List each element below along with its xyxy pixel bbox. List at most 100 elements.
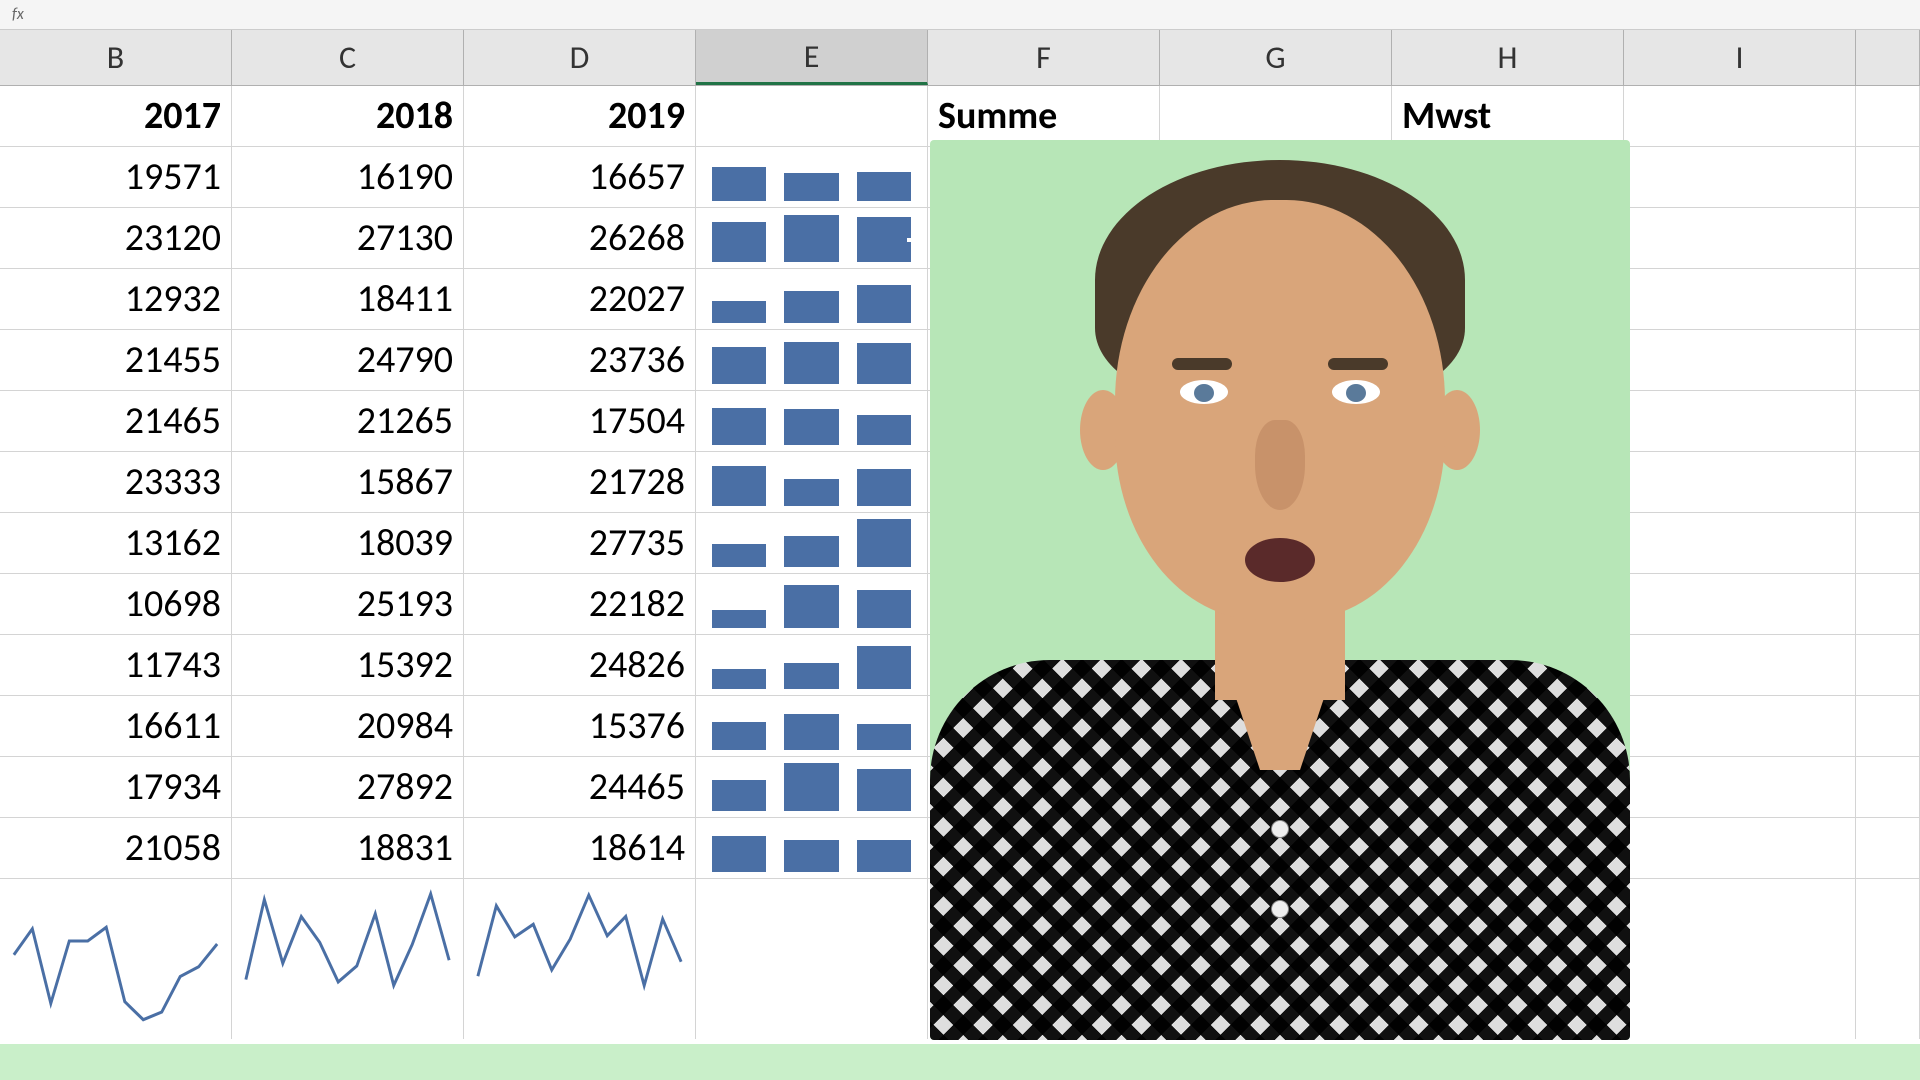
cell-C[interactable]: 21265 [232,391,464,451]
cell-D[interactable]: 21728 [464,452,696,512]
cell-I[interactable] [1624,391,1856,451]
cell-C[interactable]: 18831 [232,818,464,878]
sparkbar-cell[interactable] [696,818,928,878]
header-summe[interactable]: Summe [928,86,1160,146]
cell-B[interactable]: 21058 [0,818,232,878]
header-E[interactable] [696,86,928,146]
sparkbar-cell[interactable] [696,635,928,695]
cell-extra[interactable] [1856,818,1920,878]
cell-B[interactable]: 13162 [0,513,232,573]
col-header-D[interactable]: D [464,30,696,85]
cell-B[interactable]: 10698 [0,574,232,634]
cell-D[interactable]: 15376 [464,696,696,756]
sparkbar-cell[interactable] [696,452,928,512]
cell-extra[interactable] [1856,757,1920,817]
cell-I[interactable] [1624,269,1856,329]
sparkbar-cell[interactable] [696,208,928,268]
cell-B[interactable]: 11743 [0,635,232,695]
cell-B[interactable]: 21465 [0,391,232,451]
cell-D[interactable]: 24465 [464,757,696,817]
cell-B[interactable]: 23333 [0,452,232,512]
sparkbar-cell[interactable] [696,757,928,817]
cell-extra[interactable] [1856,574,1920,634]
sparkbar-cell[interactable] [696,330,928,390]
header-2019[interactable]: 2019 [464,86,696,146]
sparkbar-cell[interactable] [696,696,928,756]
sparkbar-cell[interactable] [696,513,928,573]
cell-C[interactable]: 16190 [232,147,464,207]
col-header-I[interactable]: I [1624,30,1856,85]
cell-extra[interactable] [1856,635,1920,695]
col-header-F[interactable]: F [928,30,1160,85]
col-header-H[interactable]: H [1392,30,1624,85]
cell-extra[interactable] [1856,513,1920,573]
cell-extra[interactable] [1856,452,1920,512]
header-I[interactable] [1624,86,1856,146]
sparkbar-cell[interactable] [696,147,928,207]
cell-D[interactable]: 27735 [464,513,696,573]
cell-D[interactable]: 18614 [464,818,696,878]
cell-I[interactable] [1624,574,1856,634]
sparkbar-cell[interactable] [696,269,928,329]
cell-I[interactable] [1624,818,1856,878]
cell-C[interactable]: 18411 [232,269,464,329]
col-header-extra[interactable] [1856,30,1920,85]
cell-I[interactable] [1624,757,1856,817]
sparkbar [857,285,911,323]
sparkbar [712,222,766,262]
cell-extra[interactable] [1856,269,1920,329]
sparkbar-cell[interactable] [696,574,928,634]
header-2017[interactable]: 2017 [0,86,232,146]
header-mwst[interactable]: Mwst [1392,86,1624,146]
cell-C[interactable]: 27892 [232,757,464,817]
sparkline-I[interactable] [1624,879,1856,1039]
col-header-B[interactable]: B [0,30,232,85]
sparkline-E[interactable] [696,879,928,1039]
sparkline-2019[interactable] [464,879,696,1039]
cell-I[interactable] [1624,696,1856,756]
sparkline-2017[interactable] [0,879,232,1039]
cell-I[interactable] [1624,147,1856,207]
cell-B[interactable]: 23120 [0,208,232,268]
col-header-C[interactable]: C [232,30,464,85]
cell-C[interactable]: 25193 [232,574,464,634]
sparkline-extra[interactable] [1856,879,1920,1039]
cell-C[interactable]: 15392 [232,635,464,695]
sparkline-2018[interactable] [232,879,464,1039]
cell-extra[interactable] [1856,147,1920,207]
formula-bar[interactable]: fx [0,0,1920,30]
cell-C[interactable]: 24790 [232,330,464,390]
cell-I[interactable] [1624,452,1856,512]
cell-B[interactable]: 21455 [0,330,232,390]
cell-D[interactable]: 23736 [464,330,696,390]
cell-C[interactable]: 18039 [232,513,464,573]
cell-C[interactable]: 20984 [232,696,464,756]
cell-extra[interactable] [1856,391,1920,451]
sparkbar [784,585,838,628]
cell-B[interactable]: 12932 [0,269,232,329]
cell-D[interactable]: 22027 [464,269,696,329]
cell-extra[interactable] [1856,208,1920,268]
cell-B[interactable]: 16611 [0,696,232,756]
cell-D[interactable]: 16657 [464,147,696,207]
cell-C[interactable]: 27130 [232,208,464,268]
cell-I[interactable] [1624,513,1856,573]
cell-D[interactable]: 22182 [464,574,696,634]
header-extra[interactable] [1856,86,1920,146]
cell-D[interactable]: 24826 [464,635,696,695]
cell-I[interactable] [1624,330,1856,390]
cell-I[interactable] [1624,208,1856,268]
cell-extra[interactable] [1856,330,1920,390]
header-2018[interactable]: 2018 [232,86,464,146]
cell-D[interactable]: 26268 [464,208,696,268]
header-G[interactable] [1160,86,1392,146]
col-header-E[interactable]: E [696,30,928,85]
col-header-G[interactable]: G [1160,30,1392,85]
cell-D[interactable]: 17504 [464,391,696,451]
cell-B[interactable]: 17934 [0,757,232,817]
cell-C[interactable]: 15867 [232,452,464,512]
cell-B[interactable]: 19571 [0,147,232,207]
sparkbar-cell[interactable] [696,391,928,451]
cell-extra[interactable] [1856,696,1920,756]
cell-I[interactable] [1624,635,1856,695]
